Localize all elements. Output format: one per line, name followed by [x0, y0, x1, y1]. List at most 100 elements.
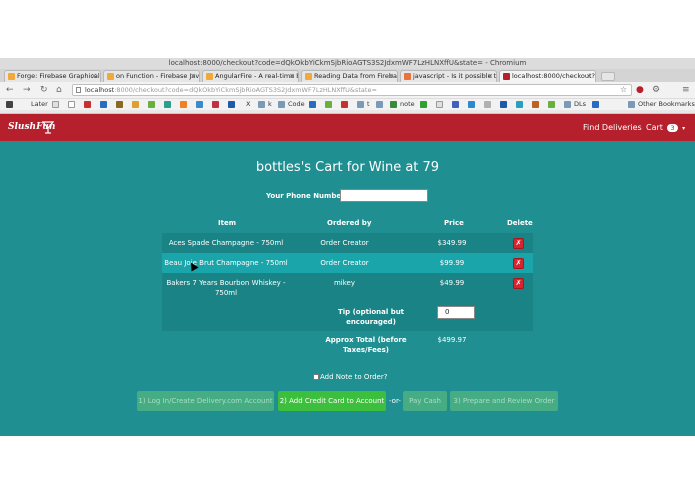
firebase-icon: [107, 73, 114, 80]
table-row: Aces Spade Champagne - 750ml Order Creat…: [162, 233, 533, 253]
bookmark-icon[interactable]: [164, 101, 171, 108]
or-separator: -or-: [389, 397, 401, 405]
chevron-down-icon: ▾: [682, 125, 686, 132]
total-value: $499.97: [437, 336, 467, 344]
bookmark-x[interactable]: X: [246, 99, 250, 110]
prepare-order-button[interactable]: 3) Prepare and Review Order: [450, 391, 558, 411]
bookmark-icon[interactable]: [228, 101, 235, 108]
cart-dropdown[interactable]: Cart 3 ▾: [646, 123, 685, 132]
bookmark-note[interactable]: note: [400, 99, 415, 110]
find-deliveries-link[interactable]: Find Deliveries: [583, 123, 642, 132]
bookmark-icon[interactable]: [309, 101, 316, 108]
new-tab-button[interactable]: [601, 72, 615, 81]
url-path: :8000/checkout?code=dQkOkbYiCkmSjbRioAGT…: [114, 86, 377, 94]
folder-icon[interactable]: [278, 101, 285, 108]
bookmark-icon[interactable]: [341, 101, 348, 108]
browser-tab[interactable]: on Function - Firebase Java ×: [103, 70, 200, 82]
delete-button[interactable]: ✗: [513, 238, 524, 249]
bookmark-icon[interactable]: [100, 101, 107, 108]
login-account-button[interactable]: 1) Log In/Create Delivery.com Account: [137, 391, 274, 411]
folder-icon[interactable]: [376, 101, 383, 108]
tab-label: AngularFire - A real-time b: [215, 72, 299, 80]
close-tab-icon[interactable]: ×: [91, 71, 97, 82]
tab-label: localhost:8000/checkout?: [512, 72, 595, 80]
bookmark-code[interactable]: Code: [288, 99, 305, 110]
bookmark-icon[interactable]: [516, 101, 523, 108]
table-row: Beau Joie Brut Champagne - 750ml Order C…: [162, 253, 533, 273]
address-bar[interactable]: localhost:8000/checkout?code=dQkOkbYiCkm…: [72, 84, 632, 96]
bookmark-t[interactable]: t: [367, 99, 370, 110]
firebase-icon: [305, 73, 312, 80]
bookmark-icon[interactable]: [68, 101, 75, 108]
close-tab-icon[interactable]: ×: [586, 71, 592, 82]
evernote-icon[interactable]: [390, 101, 397, 108]
bookmark-icon[interactable]: [592, 101, 599, 108]
reload-icon[interactable]: ↻: [40, 84, 48, 96]
bookmark-icon[interactable]: [116, 101, 123, 108]
bookmark-icon[interactable]: [6, 101, 13, 108]
tip-input[interactable]: 0: [437, 306, 475, 319]
star-icon[interactable]: ☆: [620, 84, 627, 96]
home-icon[interactable]: ⌂: [56, 84, 62, 96]
bookmark-icon[interactable]: [436, 101, 443, 108]
browser-toolbar: ← → ↻ ⌂ localhost:8000/checkout?code=dQk…: [0, 82, 695, 98]
tab-label: Forge: Firebase Graphical: [17, 72, 100, 80]
close-tab-icon[interactable]: ×: [289, 71, 295, 82]
screen: localhost:8000/checkout?code=dQkOkbYiCkm…: [0, 0, 695, 494]
item-name: Beau Joie Brut Champagne - 750ml: [164, 259, 288, 267]
bookmark-later[interactable]: Later: [31, 99, 48, 110]
bookmark-icon[interactable]: [325, 101, 332, 108]
close-tab-icon[interactable]: ×: [190, 71, 196, 82]
folder-icon[interactable]: [564, 101, 571, 108]
bookmark-k[interactable]: k: [268, 99, 272, 110]
folder-icon[interactable]: [628, 101, 635, 108]
browser-tab[interactable]: AngularFire - A real-time b ×: [202, 70, 299, 82]
browser-tab[interactable]: Reading Data from Fireba ×: [301, 70, 398, 82]
browser-tab[interactable]: javascript - Is it possible to ×: [400, 70, 497, 82]
bookmark-icon[interactable]: [52, 101, 59, 108]
column-header-item: Item: [218, 219, 236, 227]
extension-icon[interactable]: ●: [636, 84, 644, 96]
folder-icon[interactable]: [258, 101, 265, 108]
tip-row: Tip (optional but encouraged) 0: [162, 303, 533, 331]
gear-icon[interactable]: ⚙: [652, 84, 660, 96]
pay-cash-button[interactable]: Pay Cash: [403, 391, 447, 411]
window-title: localhost:8000/checkout?code=dQkOkbYiCkm…: [0, 58, 695, 69]
delete-button[interactable]: ✗: [513, 258, 524, 269]
total-row: Approx Total (before Taxes/Fees) $499.97: [162, 331, 533, 359]
tip-label: Tip (optional but encouraged): [337, 308, 405, 326]
bookmark-icon[interactable]: [148, 101, 155, 108]
bookmark-icon[interactable]: [180, 101, 187, 108]
phone-input[interactable]: [340, 189, 428, 202]
site-icon: [503, 73, 510, 80]
close-tab-icon[interactable]: ×: [487, 71, 493, 82]
browser-tab[interactable]: Forge: Firebase Graphical ×: [4, 70, 101, 82]
bookmark-icon[interactable]: [468, 101, 475, 108]
folder-icon[interactable]: [357, 101, 364, 108]
bookmark-other[interactable]: Other Bookmarks: [638, 99, 695, 110]
add-note-row: Add Note to Order?: [313, 372, 387, 382]
bookmark-icon[interactable]: [500, 101, 507, 108]
bookmark-icon[interactable]: [548, 101, 555, 108]
browser-tab-active[interactable]: localhost:8000/checkout? ×: [499, 70, 596, 82]
menu-icon[interactable]: ≡: [682, 84, 690, 96]
back-icon[interactable]: ←: [6, 84, 14, 96]
bookmark-icon[interactable]: [212, 101, 219, 108]
bookmark-icon[interactable]: [452, 101, 459, 108]
column-header-price: Price: [444, 219, 464, 227]
firebase-icon: [206, 73, 213, 80]
bookmark-icon[interactable]: [196, 101, 203, 108]
bookmark-icon[interactable]: [532, 101, 539, 108]
bookmark-icon[interactable]: [420, 101, 427, 108]
add-note-checkbox[interactable]: [313, 374, 319, 380]
delete-button[interactable]: ✗: [513, 278, 524, 289]
bookmark-icon[interactable]: [132, 101, 139, 108]
close-tab-icon[interactable]: ×: [388, 71, 394, 82]
item-name: Aces Spade Champagne - 750ml: [168, 239, 284, 247]
cart-count-badge: 3: [667, 124, 678, 132]
add-credit-card-button[interactable]: 2) Add Credit Card to Account: [278, 391, 386, 411]
bookmark-icon[interactable]: [84, 101, 91, 108]
bookmark-dls[interactable]: DLs: [574, 99, 586, 110]
bookmark-icon[interactable]: [484, 101, 491, 108]
forward-icon[interactable]: →: [23, 84, 31, 96]
